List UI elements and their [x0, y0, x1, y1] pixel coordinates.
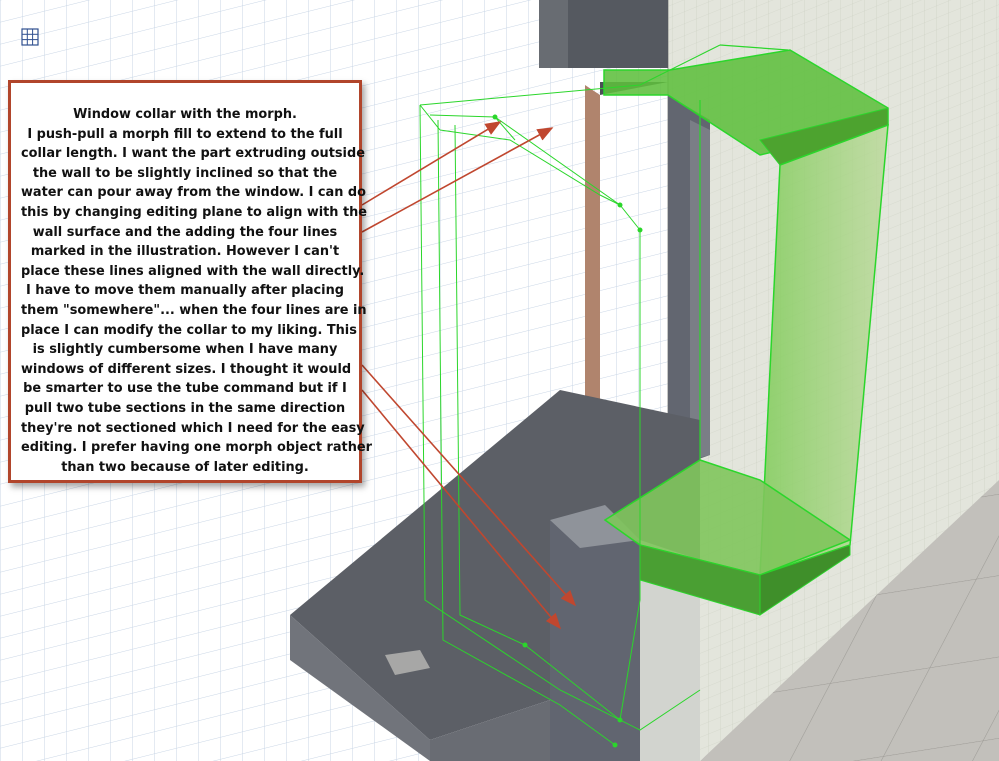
callout-line: place these lines aligned with the wall … — [21, 263, 365, 279]
callout-line: windows of different sizes. I thought it… — [21, 361, 352, 377]
callout-line: they're not sectioned which I need for t… — [21, 420, 365, 436]
callout-line: the wall to be slightly inclined so that… — [32, 165, 338, 181]
callout-line: place I can modify the collar to my liki… — [21, 322, 357, 338]
callout-line: I push-pull a morph fill to extend to th… — [27, 126, 343, 142]
callout-line: this by changing editing plane to align … — [21, 204, 368, 220]
callout-line: water can pour away from the window. I c… — [21, 185, 367, 201]
callout-line: is slightly cumbersome when I have many — [32, 342, 338, 358]
callout-line: editing. I prefer having one morph objec… — [21, 440, 372, 456]
upper-wall-block — [539, 0, 668, 68]
3d-viewport[interactable]: Window collar with the morph. I push-pul… — [0, 0, 999, 761]
annotation-callout: Window collar with the morph. I push-pul… — [8, 80, 372, 483]
callout-line: than two because of later editing. — [61, 459, 309, 475]
grid-view-icon[interactable] — [20, 27, 40, 47]
callout-line: Window collar with the morph. — [73, 107, 297, 122]
callout-line: I have to move them manually after placi… — [26, 283, 344, 299]
callout-line: marked in the illustration. However I ca… — [30, 244, 340, 260]
callout-line: collar length. I want the part extruding… — [21, 146, 365, 162]
callout-line: be smarter to use the tube command but i… — [23, 381, 347, 397]
callout-line: wall surface and the adding the four lin… — [32, 224, 338, 240]
callout-line: them "somewhere"... when the four lines … — [21, 302, 367, 318]
callout-line: pull two tube sections in the same direc… — [24, 400, 346, 416]
